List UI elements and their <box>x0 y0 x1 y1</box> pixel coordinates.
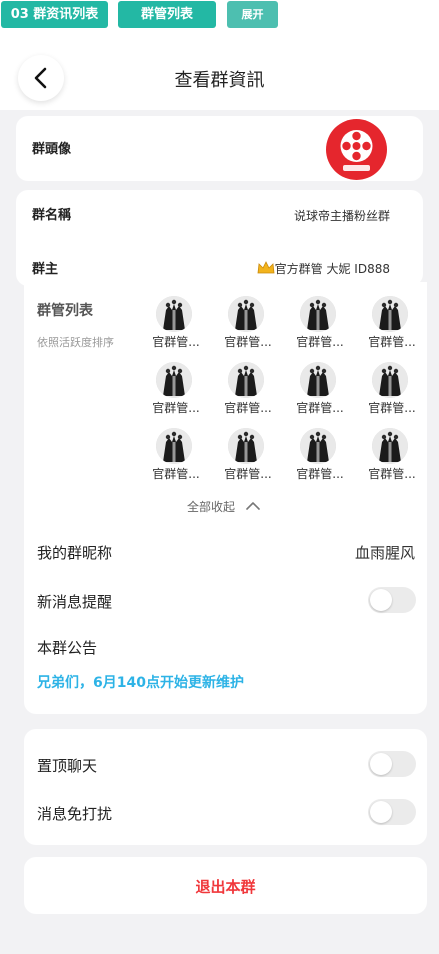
admin-avatar <box>228 296 264 332</box>
leave-group-button[interactable]: 退出本群 <box>24 857 427 914</box>
admin-avatar-image <box>372 362 408 398</box>
admin-avatar <box>372 362 408 398</box>
announcement-label: 本群公告 <box>37 639 98 657</box>
group-name-label: 群名稱 <box>32 208 72 223</box>
my-nickname-label: 我的群昵称 <box>37 544 113 562</box>
admin-avatar <box>156 296 192 332</box>
admin-name: 官群管... <box>152 401 200 415</box>
admin-avatar-image <box>228 296 264 332</box>
admin-name: 官群管... <box>368 401 416 415</box>
admin-avatar <box>300 362 336 398</box>
admin-name: 官群管... <box>224 401 272 415</box>
admin-name: 官群管... <box>224 467 272 481</box>
admin-name: 官群管... <box>224 335 272 349</box>
admin-avatar-image <box>300 428 336 464</box>
admin-avatar <box>372 296 408 332</box>
admin-name: 官群管... <box>296 467 344 481</box>
mute-notifications-toggle[interactable] <box>368 799 416 825</box>
admin-avatar-image <box>372 428 408 464</box>
group-name-value: 说球帝主播粉丝群 <box>293 209 390 223</box>
pin-chat-label: 置顶聊天 <box>37 757 98 775</box>
admin-avatar <box>372 428 408 464</box>
mute-notifications-label: 消息免打扰 <box>37 805 113 823</box>
admin-name: 官群管... <box>296 401 344 415</box>
my-nickname-value[interactable]: 血雨腥风 <box>355 542 415 563</box>
admin-avatar <box>156 428 192 464</box>
group-avatar-card[interactable]: 群頭像 <box>16 116 423 181</box>
new-message-alert-label: 新消息提醒 <box>37 593 113 611</box>
admin-name: 官群管... <box>296 335 344 349</box>
admin-avatar <box>300 428 336 464</box>
admin-list-title: 群管列表 <box>37 303 93 319</box>
film-reel-logo-icon <box>340 130 373 171</box>
admin-name: 官群管... <box>368 467 416 481</box>
group-owner-value-wrap[interactable]: 官方群管 大妮 ID888 <box>257 260 390 277</box>
collapse-all-label: 全部收起 <box>187 500 236 514</box>
admin-avatar-image <box>156 428 192 464</box>
group-owner-value: 官方群管 大妮 ID888 <box>274 262 390 276</box>
admin-avatar-image <box>300 296 336 332</box>
tab-group-info-list[interactable]: 03 群资讯列表 <box>1 1 108 28</box>
page-title: 查看群資訊 <box>174 70 265 91</box>
page-header: 查看群資訊 <box>0 30 439 110</box>
pin-chat-toggle[interactable] <box>368 751 416 777</box>
collapse-all-button[interactable]: 全部收起 <box>187 498 261 515</box>
announcement-text[interactable]: 兄弟们，6月140点开始更新维护 <box>37 672 244 692</box>
admin-avatar-image <box>156 296 192 332</box>
admin-name: 官群管... <box>152 335 200 349</box>
admin-avatar <box>156 362 192 398</box>
tab-admin-list[interactable]: 群管列表 <box>118 1 216 28</box>
admin-avatar <box>228 362 264 398</box>
leave-group-label: 退出本群 <box>195 878 256 896</box>
group-avatar-label: 群頭像 <box>32 142 72 157</box>
admin-avatar-image <box>228 428 264 464</box>
chat-settings-card: 置顶聊天 消息免打扰 <box>24 729 427 845</box>
tab-expand[interactable]: 展开 <box>227 1 278 28</box>
admin-list-subtitle: 依照活跃度排序 <box>37 336 114 349</box>
admin-name: 官群管... <box>368 335 416 349</box>
group-owner-label: 群主 <box>32 262 59 277</box>
crown-icon <box>257 261 275 274</box>
admin-avatar <box>300 296 336 332</box>
new-message-alert-toggle[interactable] <box>368 587 416 613</box>
admin-avatar <box>228 428 264 464</box>
admin-avatar-image <box>228 362 264 398</box>
admin-avatar-image <box>156 362 192 398</box>
chevron-up-icon <box>246 502 260 510</box>
admin-avatar-image <box>300 362 336 398</box>
tab-bar: 03 群资讯列表 群管列表 展开 <box>0 0 439 30</box>
admin-name: 官群管... <box>152 467 200 481</box>
admin-avatar-image <box>372 296 408 332</box>
group-avatar <box>326 119 387 180</box>
group-info-card: 群名稱 说球帝主播粉丝群 群主 官方群管 大妮 ID888 <box>16 190 423 286</box>
